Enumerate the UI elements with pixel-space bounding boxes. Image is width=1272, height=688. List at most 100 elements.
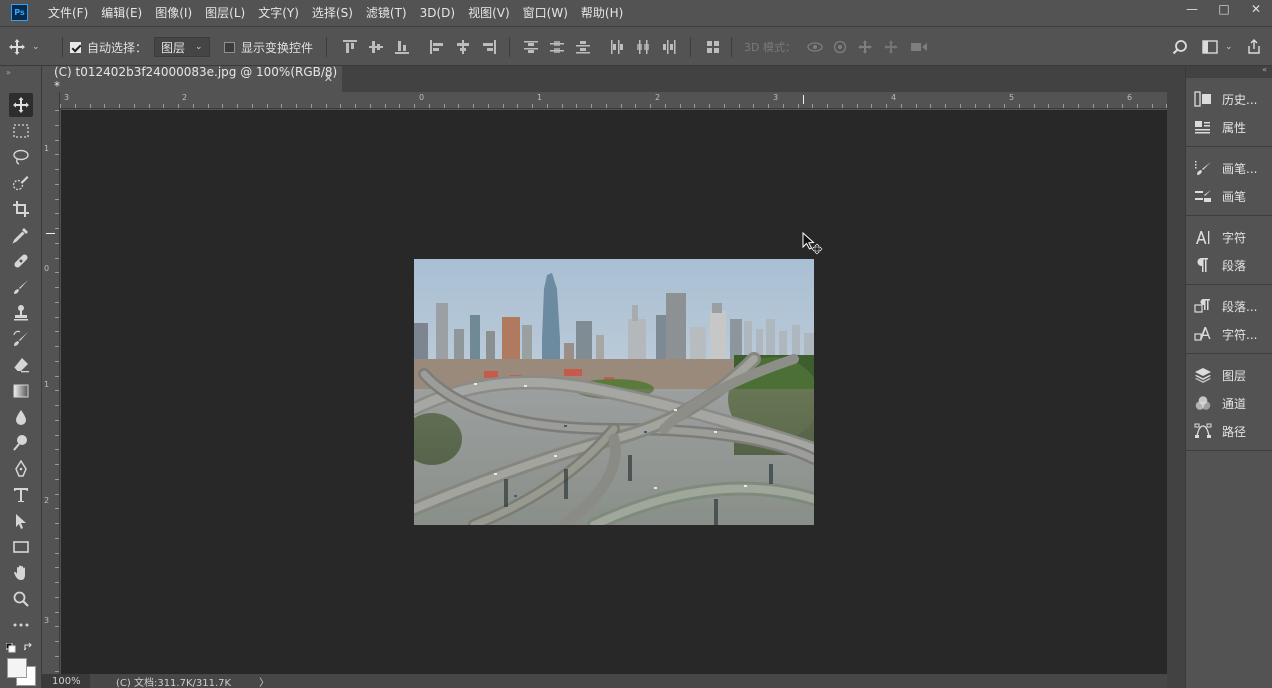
eyedropper-tool[interactable]: [9, 223, 33, 247]
panel-character[interactable]: 字符: [1194, 226, 1270, 248]
type-tool[interactable]: [9, 483, 33, 507]
panel-history[interactable]: 历史...: [1194, 88, 1270, 110]
healing-brush-tool[interactable]: [9, 249, 33, 273]
align-bottom-icon[interactable]: [395, 40, 409, 54]
3d-orbit-icon[interactable]: [806, 40, 824, 54]
ruler-v-tick: [55, 376, 59, 377]
tool-preset-picker[interactable]: ⌄: [8, 27, 40, 67]
history-brush-tool[interactable]: [9, 327, 33, 351]
auto-select-target-select[interactable]: 图层 ⌄: [154, 37, 210, 57]
dodge-tool[interactable]: [9, 431, 33, 455]
zoom-tool[interactable]: [9, 587, 33, 611]
hand-tool[interactable]: [9, 561, 33, 585]
menu-file[interactable]: 文件(F): [48, 4, 88, 21]
align-left-icon[interactable]: [430, 40, 444, 54]
quick-selection-tool[interactable]: [9, 171, 33, 195]
menu-help[interactable]: 帮助(H): [581, 4, 623, 21]
zoom-level-field[interactable]: 100%: [42, 674, 90, 688]
panel-character-styles[interactable]: 字符...: [1194, 323, 1270, 345]
swap-colors-icon[interactable]: [24, 643, 34, 653]
maximize-button[interactable]: □: [1208, 0, 1240, 18]
panel-layers[interactable]: 图层: [1194, 364, 1270, 386]
eraser-tool[interactable]: [9, 353, 33, 377]
panel-brushes[interactable]: 画笔: [1194, 185, 1270, 207]
3d-scale-icon[interactable]: [910, 40, 928, 54]
rectangle-tool[interactable]: [9, 535, 33, 559]
foreground-color-swatch[interactable]: [7, 658, 27, 678]
menu-filter[interactable]: 滤镜(T): [366, 4, 407, 21]
distribute-bottom-icon[interactable]: [576, 40, 590, 54]
eraser-icon: [13, 358, 29, 373]
panel-paths[interactable]: 路径: [1194, 420, 1270, 442]
divider: [1186, 353, 1272, 354]
clone-stamp-tool[interactable]: [9, 301, 33, 325]
3d-slide-icon[interactable]: [884, 40, 898, 54]
menu-edit[interactable]: 编辑(E): [101, 4, 142, 21]
properties-icon: [1195, 121, 1210, 134]
align-horizontal-center-icon[interactable]: [456, 40, 470, 54]
workspace-icon[interactable]: [1202, 39, 1218, 55]
crop-tool[interactable]: [9, 197, 33, 221]
menu-select[interactable]: 选择(S): [312, 4, 353, 21]
ruler-h-tick: [237, 104, 238, 108]
share-icon[interactable]: [1246, 39, 1262, 55]
paragraph-styles-icon: [1194, 299, 1210, 313]
collapse-toolbar-icon[interactable]: »: [6, 68, 11, 77]
ruler-h-tick: [252, 104, 253, 108]
default-colors-icon[interactable]: [6, 643, 16, 653]
menu-3d[interactable]: 3D(D): [420, 6, 455, 20]
panel-brush-settings[interactable]: 画笔...: [1194, 157, 1270, 179]
auto-select-option[interactable]: 自动选择：: [70, 27, 147, 67]
distribute-horizontal-center-icon[interactable]: [636, 40, 650, 54]
ruler-v-tick: [55, 449, 59, 450]
search-icon[interactable]: [1172, 39, 1188, 55]
close-window-button[interactable]: ✕: [1240, 0, 1272, 18]
ruler-v-tick: [55, 420, 59, 421]
align-right-icon[interactable]: [482, 40, 496, 54]
3d-roll-icon[interactable]: [833, 40, 847, 54]
document-tab-bar: (C) t012402b3f24000083e.jpg @ 100%(RGB/8…: [0, 65, 1272, 93]
distribute-right-icon[interactable]: [662, 40, 676, 54]
lasso-tool[interactable]: [9, 145, 33, 169]
move-tool[interactable]: [9, 93, 33, 117]
menu-view[interactable]: 视图(V): [468, 4, 510, 21]
quick-selection-icon: [12, 176, 29, 191]
horizontal-ruler[interactable]: 3 2 0 1 2 3 4 5 6: [60, 92, 1167, 109]
3d-pan-icon[interactable]: [858, 40, 872, 54]
menu-layer[interactable]: 图层(L): [205, 4, 245, 21]
show-transform-option[interactable]: 显示变换控件: [224, 27, 313, 67]
divider: [326, 37, 327, 57]
align-vertical-center-icon[interactable]: [369, 40, 383, 54]
minimize-button[interactable]: —: [1176, 0, 1208, 18]
path-selection-tool[interactable]: [9, 509, 33, 533]
document-tab[interactable]: (C) t012402b3f24000083e.jpg @ 100%(RGB/8…: [42, 65, 342, 93]
close-tab-icon[interactable]: ✕: [324, 72, 333, 85]
status-menu-arrow[interactable]: 〉: [259, 674, 269, 688]
menu-image[interactable]: 图像(I): [155, 4, 192, 21]
edit-toolbar-button[interactable]: [9, 613, 33, 637]
document-image[interactable]: [414, 259, 814, 525]
distribute-top-icon[interactable]: [524, 40, 538, 54]
ruler-v-tick: [55, 125, 59, 126]
chevron-down-icon[interactable]: ⌄: [1225, 27, 1233, 67]
panel-channels[interactable]: 通道: [1194, 392, 1270, 414]
align-top-icon[interactable]: [343, 40, 357, 54]
panel-paragraph[interactable]: 段落: [1194, 254, 1270, 276]
collapse-panels-icon[interactable]: «: [1262, 65, 1267, 74]
marquee-tool[interactable]: [9, 119, 33, 143]
menu-type[interactable]: 文字(Y): [258, 4, 299, 21]
vertical-ruler[interactable]: 1 0 1 2 3: [42, 92, 60, 674]
gradient-tool[interactable]: [9, 379, 33, 403]
panel-paragraph-styles[interactable]: 段落...: [1194, 295, 1270, 317]
menu-window[interactable]: 窗口(W): [523, 4, 568, 21]
auto-select-checkbox[interactable]: [70, 41, 81, 53]
pen-tool[interactable]: [9, 457, 33, 481]
blur-tool[interactable]: [9, 405, 33, 429]
auto-align-layers-icon[interactable]: [706, 40, 720, 54]
brush-tool[interactable]: [9, 275, 33, 299]
distribute-vertical-center-icon[interactable]: [550, 40, 564, 54]
distribute-left-icon[interactable]: [610, 40, 624, 54]
canvas-workspace[interactable]: [61, 110, 1167, 674]
panel-properties[interactable]: 属性: [1194, 116, 1270, 138]
show-transform-checkbox[interactable]: [224, 41, 235, 53]
